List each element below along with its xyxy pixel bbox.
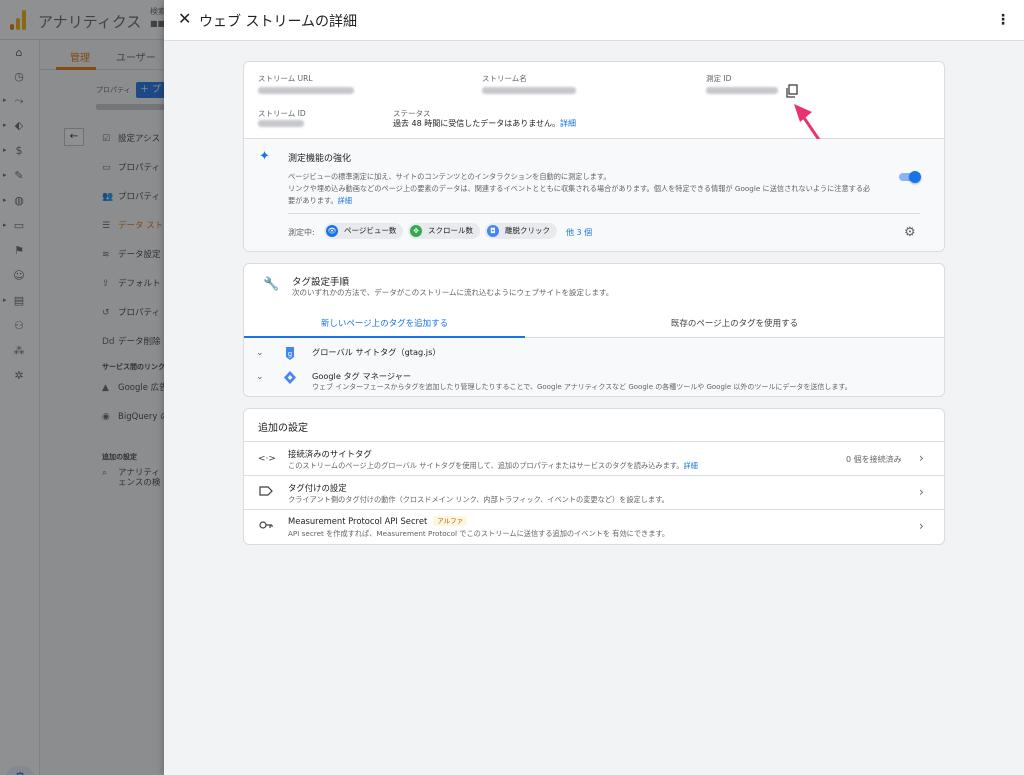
- tag-manager-icon: [284, 371, 296, 384]
- measurement-protocol-row[interactable]: Measurement Protocol API Secret アルファ API …: [244, 509, 944, 543]
- scroll-icon: ✥: [410, 225, 422, 237]
- measurement-id-label: 測定 ID: [706, 74, 732, 83]
- stream-id-label: ストリーム ID: [258, 109, 306, 118]
- svg-text:g: g: [288, 350, 292, 358]
- tag-method-list: ⌄ g グローバル サイトタグ（gtag.js） ⌄ Google タグ マネー…: [244, 338, 944, 396]
- sparkle-icon: ✦: [259, 149, 270, 164]
- row-title: Measurement Protocol API Secret アルファ: [288, 516, 468, 526]
- chip-outbound-clicks[interactable]: ◘ 離脱クリック: [485, 223, 557, 239]
- enhanced-measurement-description: ページビューの標準測定に加え、サイトのコンテンツとのインタラクションを自動的に測…: [288, 172, 871, 205]
- copy-icon[interactable]: [785, 84, 799, 98]
- connected-count: 0 個を接続済み: [846, 455, 902, 464]
- additional-settings-card: 追加の設定 <·> 接続済みのサイトタグ このストリームのページ上のグローバル …: [243, 408, 945, 545]
- row-description: このストリームのページ上のグローバル サイトタグを使用して、追加のプロパティまた…: [288, 461, 698, 470]
- tag-row-title: Google タグ マネージャー: [312, 371, 412, 381]
- chip-page-views[interactable]: 👁 ページビュー数: [324, 223, 404, 239]
- gtag-icon: g: [286, 347, 294, 360]
- enhanced-measurement-title: 測定機能の強化: [288, 154, 352, 164]
- panel-title: ウェブ ストリームの詳細: [199, 14, 358, 30]
- stream-name-value-redacted: [482, 87, 576, 94]
- tagging-title: タグ設定手順: [292, 277, 350, 288]
- gear-icon[interactable]: ⚙: [904, 226, 918, 240]
- tab-add-new-tag[interactable]: 新しいページ上のタグを追加する: [244, 312, 525, 338]
- more-events-link[interactable]: 他 3 個: [566, 227, 592, 238]
- measurement-id-value-redacted: [706, 87, 778, 94]
- tagging-settings-row[interactable]: タグ付けの設定 クライアント側のタグ付けの動作（クロスドメイン リンク、内部トラ…: [244, 475, 944, 509]
- code-icon: <·>: [258, 454, 276, 464]
- row-title: 接続済みのサイトタグ: [288, 449, 372, 459]
- tag-row-description: ウェブ インターフェースからタグを追加したり管理したりすることで、Google …: [312, 383, 852, 391]
- status-learn-more-link[interactable]: 詳細: [560, 119, 576, 128]
- panel-header: ✕ ウェブ ストリームの詳細 ⋮: [164, 0, 1024, 41]
- page-view-icon: 👁: [326, 225, 338, 237]
- tag-row-title: グローバル サイトタグ（gtag.js）: [312, 347, 441, 357]
- stream-url-label: ストリーム URL: [258, 74, 313, 83]
- stream-url-value-redacted: [258, 87, 354, 94]
- tab-use-existing-tag[interactable]: 既存のページ上のタグを使用する: [525, 312, 944, 338]
- stream-name-label: ストリーム名: [482, 74, 527, 83]
- tagging-description: 次のいずれかの方法で、データがこのストリームに流れ込むようにウェブサイトを設定し…: [292, 288, 614, 297]
- tagging-instructions-card: 🔧 タグ設定手順 次のいずれかの方法で、データがこのストリームに流れ込むようにウ…: [243, 263, 945, 397]
- row-title: タグ付けの設定: [288, 483, 347, 493]
- enhanced-measurement-section: ✦ 測定機能の強化 ページビューの標準測定に加え、サイトのコンテンツとのインタラ…: [244, 139, 944, 251]
- stream-info: ストリーム URL ストリーム名 測定 ID ストリーム ID ステータス 過去…: [244, 62, 944, 152]
- row-description: クライアント側のタグ付けの動作（クロスドメイン リンク、内部トラフィック、イベン…: [288, 495, 669, 504]
- key-icon: [258, 520, 274, 534]
- chevron-down-icon: ⌄: [256, 372, 264, 382]
- stream-details-card: ストリーム URL ストリーム名 測定 ID ストリーム ID ステータス 過去…: [243, 61, 945, 252]
- chevron-right-icon: ›: [919, 485, 924, 499]
- enhanced-learn-more-link[interactable]: 詳細: [338, 196, 352, 205]
- chevron-right-icon: ›: [919, 451, 924, 465]
- connected-site-tags-row[interactable]: <·> 接続済みのサイトタグ このストリームのページ上のグローバル サイトタグを…: [244, 441, 944, 475]
- enhanced-measurement-toggle[interactable]: [899, 171, 921, 183]
- divider: [288, 213, 920, 214]
- chevron-down-icon: ⌄: [256, 348, 264, 358]
- tag-row-gtm[interactable]: ⌄ Google タグ マネージャー ウェブ インターフェースからタグを追加した…: [244, 366, 944, 391]
- chip-scrolls[interactable]: ✥ スクロール数: [408, 223, 480, 239]
- tag-row-gtag[interactable]: ⌄ g グローバル サイトタグ（gtag.js）: [244, 342, 944, 366]
- wrench-icon: 🔧: [263, 277, 280, 292]
- measuring-label: 測定中:: [288, 228, 315, 237]
- web-stream-details-panel: ✕ ウェブ ストリームの詳細 ⋮ ストリーム URL ストリーム名 測定 ID …: [164, 0, 1024, 775]
- label-icon: [258, 486, 274, 500]
- more-vert-icon[interactable]: ⋮: [996, 12, 1010, 28]
- mouse-click-icon: ◘: [487, 225, 499, 237]
- connected-tags-learn-more-link[interactable]: 詳細: [683, 461, 697, 470]
- status-value: 過去 48 時間に受信したデータはありません。詳細: [393, 119, 577, 128]
- alpha-badge: アルファ: [433, 516, 468, 526]
- stream-id-value-redacted: [258, 120, 304, 127]
- chevron-right-icon: ›: [919, 519, 924, 533]
- row-description: API secret を作成すれば、Measurement Protocol で…: [288, 529, 670, 538]
- additional-settings-title: 追加の設定: [258, 423, 308, 434]
- close-icon[interactable]: ✕: [178, 11, 194, 27]
